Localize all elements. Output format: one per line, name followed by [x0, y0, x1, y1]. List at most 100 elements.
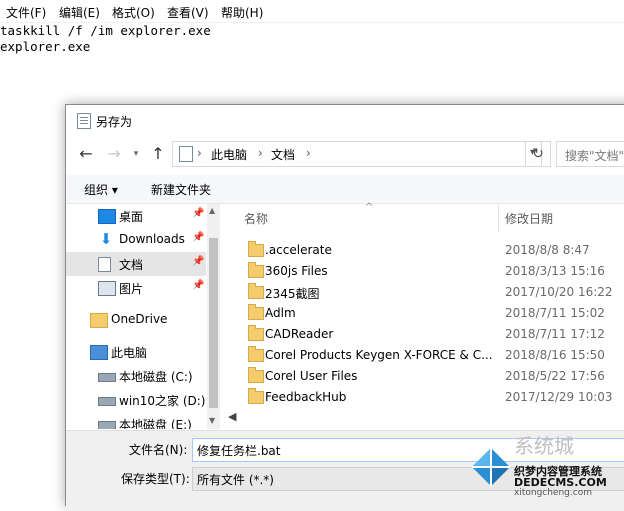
drive-icon	[98, 397, 116, 406]
file-date: 2017/12/29 10:03	[505, 390, 613, 404]
drive-icon	[98, 421, 116, 429]
nav-item-desktop[interactable]: 桌面 📌	[66, 204, 206, 228]
folder-icon	[248, 325, 264, 341]
file-list: ^ 名称 修改日期 .accelerate 2018/8/8 8:47 360j…	[222, 202, 624, 429]
chevron-right-icon[interactable]: ›	[258, 146, 263, 160]
file-date: 2018/3/13 15:16	[505, 264, 605, 278]
search-input[interactable]: 搜索"文档"	[556, 141, 624, 167]
scroll-up-icon[interactable]: ▲	[209, 206, 215, 215]
nav-item-documents[interactable]: 文档 📌	[66, 252, 206, 276]
pin-icon: 📌	[192, 280, 205, 291]
list-item[interactable]: Adlm 2018/7/11 15:02	[222, 303, 624, 324]
download-icon: ⬇	[99, 230, 113, 248]
nav-item-downloads[interactable]: ⬇ Downloads 📌	[66, 228, 206, 252]
new-folder-button[interactable]: 新建文件夹	[151, 181, 211, 198]
menu-view[interactable]: 查看(V)	[167, 4, 209, 21]
nav-item-drive-d[interactable]: win10之家 (D:)	[66, 388, 206, 412]
list-item[interactable]: Corel Products Keygen X-FORCE & C... 201…	[222, 345, 624, 366]
pin-icon: 📌	[192, 208, 205, 219]
column-divider[interactable]	[498, 204, 499, 232]
list-item[interactable]: CADReader 2018/7/11 17:12	[222, 324, 624, 345]
dialog-titlebar[interactable]: 另存为	[66, 105, 624, 135]
list-item[interactable]: .accelerate 2018/8/8 8:47	[222, 240, 624, 261]
address-bar[interactable]: › 此电脑 › 文档 › ▾	[172, 141, 542, 167]
folder-icon	[90, 313, 108, 328]
file-name: Adlm	[265, 306, 296, 320]
list-item[interactable]: 360js Files 2018/3/13 15:16	[222, 261, 624, 282]
notepad-icon	[77, 113, 91, 129]
list-item[interactable]: Corel User Files 2018/5/22 17:56	[222, 366, 624, 387]
folder-icon	[248, 262, 264, 278]
list-item[interactable]: 2345截图 2017/10/20 16:22	[222, 282, 624, 303]
forward-arrow-icon[interactable]: →	[104, 144, 124, 164]
sort-up-icon: ^	[365, 202, 374, 213]
dialog-title: 另存为	[96, 115, 133, 129]
nav-item-pictures[interactable]: 图片 📌	[66, 276, 206, 300]
pictures-icon	[98, 281, 116, 296]
document-icon	[98, 257, 111, 272]
pin-icon: 📌	[192, 232, 205, 243]
watermark-url: xitongcheng.com	[514, 488, 592, 498]
navigation-pane: 桌面 📌 ⬇ Downloads 📌 文档 📌 图片 📌 OneDrive 此电…	[66, 204, 221, 429]
filename-value: 修复任务栏.bat	[197, 444, 281, 458]
scrollbar-thumb[interactable]	[209, 238, 218, 408]
nav-item-label: win10之家 (D:)	[119, 394, 206, 408]
pin-icon: 📌	[192, 256, 205, 267]
desktop-icon	[98, 209, 116, 224]
file-date: 2018/5/22 17:56	[505, 369, 605, 383]
file-date: 2018/8/8 8:47	[505, 243, 590, 257]
up-arrow-icon[interactable]: ↑	[148, 144, 168, 164]
menu-edit[interactable]: 编辑(E)	[59, 4, 100, 21]
file-date: 2018/8/16 15:50	[505, 348, 605, 362]
breadcrumb-documents[interactable]: 文档	[271, 146, 295, 163]
nav-item-label: 此电脑	[111, 346, 148, 360]
folder-icon	[248, 367, 264, 383]
nav-item-drive-c[interactable]: 本地磁盘 (C:)	[66, 364, 206, 388]
navigation-bar: ← → ▾ ↑ › 此电脑 › 文档 › ▾ ↻ 搜索"文档"	[66, 137, 624, 171]
horizontal-scrollbar[interactable]: ◀	[222, 409, 624, 426]
nav-item-onedrive[interactable]: OneDrive	[58, 308, 198, 332]
nav-item-drive-e[interactable]: 本地磁盘 (E:)	[66, 412, 206, 429]
filetype-value: 所有文件 (*.*)	[197, 473, 274, 487]
file-name: 2345截图	[265, 287, 320, 301]
nav-item-label: 图片	[119, 282, 144, 296]
column-header-name[interactable]: 名称	[244, 210, 268, 238]
organize-button[interactable]: 组织 ▾	[84, 181, 118, 198]
list-item[interactable]: FeedbackHub 2017/12/29 10:03	[222, 387, 624, 408]
computer-icon	[90, 345, 108, 360]
text-line: taskkill /f /im explorer.exe	[0, 23, 211, 38]
command-toolbar: 组织 ▾ 新建文件夹	[66, 175, 624, 204]
scroll-down-icon[interactable]: ▼	[209, 416, 215, 425]
file-date: 2017/10/20 16:22	[505, 285, 613, 299]
column-header-date[interactable]: 修改日期	[505, 210, 553, 238]
refresh-icon[interactable]: ↻	[525, 141, 551, 167]
file-name: 360js Files	[265, 264, 328, 278]
file-name: Corel User Files	[265, 369, 358, 383]
nav-item-label: 桌面	[119, 210, 144, 224]
drive-icon	[98, 373, 116, 382]
folder-icon	[248, 388, 264, 404]
menu-help[interactable]: 帮助(H)	[221, 4, 263, 21]
scroll-left-icon[interactable]: ◀	[228, 410, 236, 423]
text-line: explorer.exe	[0, 39, 91, 54]
back-arrow-icon[interactable]: ←	[76, 144, 96, 164]
document-folder-icon	[179, 146, 193, 162]
nav-item-label: Downloads	[119, 232, 185, 246]
chevron-right-icon[interactable]: ›	[306, 146, 311, 160]
watermark: 系统城 织梦内容管理系统 DEDECMS.COM xitongcheng.com	[470, 434, 624, 499]
recent-dropdown-icon[interactable]: ▾	[126, 144, 146, 164]
nav-item-label: 本地磁盘 (C:)	[119, 370, 193, 384]
file-date: 2018/7/11 15:02	[505, 306, 605, 320]
folder-icon	[248, 304, 264, 320]
chevron-right-icon[interactable]: ›	[197, 146, 202, 160]
file-name: CADReader	[265, 327, 334, 341]
folder-icon	[248, 241, 264, 257]
notepad-text-area[interactable]: taskkill /f /im explorer.exe explorer.exe	[0, 23, 211, 55]
nav-scrollbar[interactable]: ▲ ▼	[207, 204, 220, 429]
nav-item-this-pc[interactable]: 此电脑	[58, 340, 198, 364]
breadcrumb-this-pc[interactable]: 此电脑	[211, 146, 247, 163]
folder-icon	[248, 346, 264, 362]
menu-format[interactable]: 格式(O)	[112, 4, 155, 21]
search-placeholder: 搜索"文档"	[565, 149, 624, 163]
menu-file[interactable]: 文件(F)	[6, 4, 46, 21]
